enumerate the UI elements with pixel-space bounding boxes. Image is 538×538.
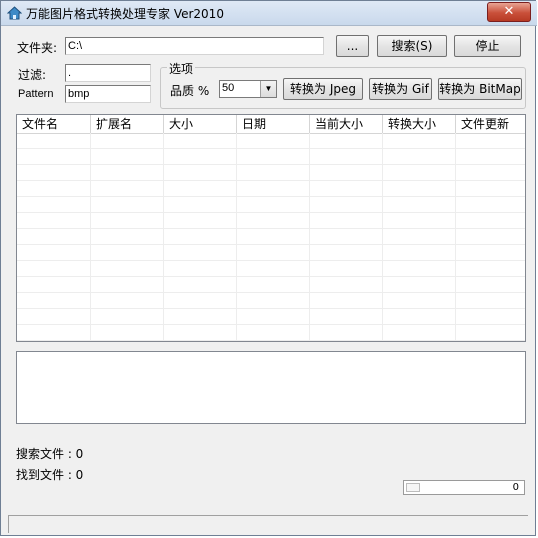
- chevron-down-icon[interactable]: ▼: [260, 81, 276, 97]
- table-row[interactable]: [17, 293, 525, 309]
- browse-button[interactable]: ...: [336, 35, 369, 57]
- table-row[interactable]: [17, 133, 525, 149]
- stop-button[interactable]: 停止: [454, 35, 521, 57]
- table-row[interactable]: [17, 325, 525, 341]
- filter-label: 过滤:: [18, 68, 47, 82]
- folder-label: 文件夹:: [17, 41, 58, 55]
- table-row[interactable]: [17, 213, 525, 229]
- close-button[interactable]: ✕: [487, 2, 531, 22]
- convert-gif-button[interactable]: 转换为 Gif: [369, 78, 432, 100]
- column-header-current-size[interactable]: 当前大小: [310, 115, 383, 133]
- pattern-label: Pattern: [18, 88, 54, 100]
- column-header-extension[interactable]: 扩展名: [91, 115, 164, 133]
- table-row[interactable]: [17, 245, 525, 261]
- column-gridline: [90, 133, 91, 341]
- folder-input[interactable]: [65, 37, 324, 55]
- app-house-icon: [7, 6, 22, 20]
- search-files-count: 搜索文件 : 0: [16, 447, 84, 461]
- table-row[interactable]: [17, 197, 525, 213]
- column-gridline: [163, 133, 164, 341]
- table-row[interactable]: [17, 181, 525, 197]
- log-textarea[interactable]: [16, 351, 526, 424]
- table-row[interactable]: [17, 277, 525, 293]
- pattern-input[interactable]: [65, 85, 151, 103]
- title-bar[interactable]: 万能图片格式转换处理专家 Ver2010 ✕: [1, 1, 537, 26]
- column-header-size[interactable]: 大小: [164, 115, 237, 133]
- filter-input[interactable]: [65, 64, 151, 82]
- table-row[interactable]: [17, 261, 525, 277]
- convert-bitmap-button[interactable]: 转换为 BitMap: [438, 78, 522, 100]
- table-row[interactable]: [17, 149, 525, 165]
- quality-select[interactable]: 50 ▼: [219, 80, 277, 98]
- file-list-header: 文件名 扩展名 大小 日期 当前大小 转换大小 文件更新: [17, 115, 525, 134]
- status-bar: [8, 515, 528, 533]
- search-button[interactable]: 搜索(S): [377, 35, 447, 57]
- progress-bar: 0: [403, 480, 525, 495]
- column-gridline: [382, 133, 383, 341]
- column-header-date[interactable]: 日期: [237, 115, 310, 133]
- column-gridline: [309, 133, 310, 341]
- quality-label: 品质 %: [170, 84, 210, 98]
- app-window: 万能图片格式转换处理专家 Ver2010 ✕ 文件夹: ... 搜索(S) 停止…: [0, 0, 537, 536]
- table-row[interactable]: [17, 229, 525, 245]
- options-group-title: 选项: [167, 60, 196, 77]
- column-gridline: [236, 133, 237, 341]
- progress-value: 0: [512, 482, 519, 493]
- progress-fill: [406, 483, 420, 492]
- column-gridline: [455, 133, 456, 341]
- column-header-converted-size[interactable]: 转换大小: [383, 115, 456, 133]
- column-header-filename[interactable]: 文件名: [17, 115, 91, 133]
- convert-jpeg-button[interactable]: 转换为 Jpeg: [283, 78, 363, 100]
- found-files-count: 找到文件 : 0: [16, 468, 84, 482]
- file-list[interactable]: 文件名 扩展名 大小 日期 当前大小 转换大小 文件更新: [16, 114, 526, 342]
- table-row[interactable]: [17, 309, 525, 325]
- quality-value: 50: [222, 82, 235, 94]
- window-title: 万能图片格式转换处理专家 Ver2010: [26, 7, 224, 21]
- column-header-file-update[interactable]: 文件更新: [456, 115, 525, 133]
- table-row[interactable]: [17, 165, 525, 181]
